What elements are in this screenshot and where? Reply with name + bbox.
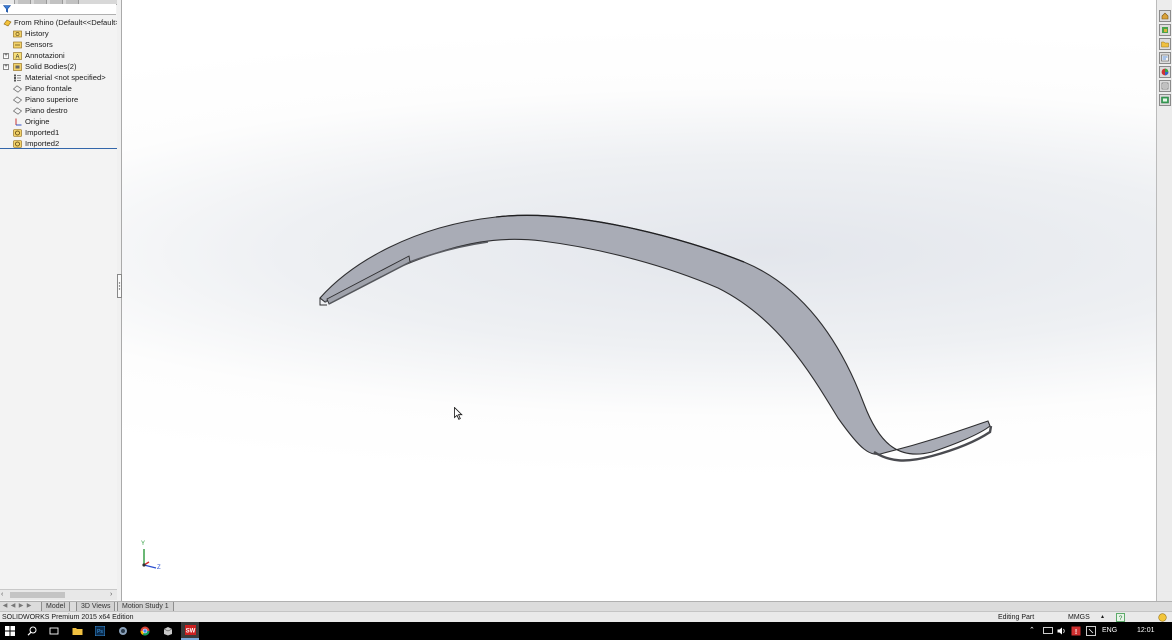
svg-text:!: ! xyxy=(1075,629,1077,636)
expand-icon[interactable]: + xyxy=(3,64,9,70)
sensors-folder-icon xyxy=(13,41,22,49)
tree-item-label: Material <not specified> xyxy=(25,73,106,82)
imported-feature-icon xyxy=(13,129,22,137)
taskbar-app-box[interactable] xyxy=(161,624,175,638)
appearances-button[interactable] xyxy=(1159,66,1171,78)
tree-horizontal-scrollbar[interactable]: ‹ › xyxy=(0,589,117,600)
tree-item-label: Origine xyxy=(25,117,50,126)
taskbar-photoshop[interactable]: Ps xyxy=(93,624,107,638)
appearances-sphere-icon xyxy=(1161,68,1169,76)
windows-taskbar: Ps SW ⌃ ! ENG 12:01 xyxy=(0,622,1172,640)
filter-icon[interactable] xyxy=(3,5,11,13)
taskbar-solidworks[interactable]: SW xyxy=(181,622,199,640)
tree-item-label: Solid Bodies(2) xyxy=(25,62,77,71)
next-tab-arrow-icon[interactable]: ▶ xyxy=(18,603,24,610)
mouse-cursor-icon xyxy=(454,407,463,420)
history-folder-icon xyxy=(13,30,22,38)
tray-overflow-chevron-icon[interactable]: ⌃ xyxy=(1029,626,1035,636)
reference-triad: Y Z xyxy=(136,541,166,573)
solidworks-icon: SW xyxy=(184,625,196,635)
properties-icon xyxy=(1161,82,1169,90)
language-indicator[interactable]: ENG xyxy=(1102,626,1117,636)
taskbar-search-button[interactable] xyxy=(25,624,39,638)
svg-text:SW: SW xyxy=(185,629,195,635)
file-explorer-button[interactable] xyxy=(1159,38,1171,50)
solid-bodies-icon xyxy=(13,63,22,71)
solidworks-resources-button[interactable] xyxy=(1159,10,1171,22)
plane-icon xyxy=(12,107,23,115)
triad-z-label: Z xyxy=(157,565,161,571)
task-view-button[interactable] xyxy=(47,624,61,638)
start-button[interactable] xyxy=(3,624,17,638)
forum-button[interactable] xyxy=(1159,94,1171,106)
file-explorer-icon xyxy=(72,628,82,635)
windows-logo-icon xyxy=(5,626,15,636)
tree-item-label: History xyxy=(25,29,49,38)
tree-item-label: Imported1 xyxy=(25,128,60,137)
taskbar-app-globe[interactable] xyxy=(116,624,130,638)
scroll-right-arrow-icon[interactable]: › xyxy=(110,590,112,600)
design-library-button[interactable] xyxy=(1159,24,1171,36)
tree-item-label: Piano frontale xyxy=(25,84,72,93)
photoshop-icon: Ps xyxy=(95,626,105,636)
tree-item-label: Annotazioni xyxy=(25,51,65,60)
imported-feature-icon xyxy=(13,140,22,148)
system-clock[interactable]: 12:01 xyxy=(1137,626,1155,636)
taskbar-file-explorer[interactable] xyxy=(70,624,84,638)
last-tab-arrow-icon[interactable]: ▶ xyxy=(26,603,32,610)
folder-icon xyxy=(1161,41,1169,48)
grip-dots-icon xyxy=(118,282,121,290)
task-pane xyxy=(1156,0,1172,601)
box-app-icon xyxy=(163,627,173,636)
material-icon xyxy=(13,74,22,82)
scroll-thumb[interactable] xyxy=(10,592,65,598)
taskbar-chrome[interactable] xyxy=(138,624,152,638)
library-icon xyxy=(1162,27,1168,33)
graphics-area[interactable]: Y Z xyxy=(122,0,1156,601)
svg-text:?: ? xyxy=(1119,615,1123,622)
plane-icon xyxy=(12,85,23,93)
svg-text:A: A xyxy=(15,55,19,61)
rollback-bar[interactable] xyxy=(0,148,117,149)
first-tab-arrow-icon[interactable]: ◀ xyxy=(2,603,8,610)
tree-item-label: Piano superiore xyxy=(25,95,79,104)
imported-body-main[interactable] xyxy=(319,214,993,462)
volume-icon[interactable] xyxy=(1057,627,1067,635)
globe-app-icon xyxy=(119,627,127,635)
plane-icon xyxy=(12,96,23,104)
scroll-left-arrow-icon[interactable]: ‹ xyxy=(1,590,3,600)
prev-tab-arrow-icon[interactable]: ◀ xyxy=(10,603,16,610)
network-icon[interactable] xyxy=(1043,627,1053,635)
tree-item-label: Sensors xyxy=(25,40,53,49)
expand-icon[interactable]: + xyxy=(3,53,9,59)
home-icon xyxy=(1161,12,1169,20)
view-palette-button[interactable] xyxy=(1159,52,1171,64)
part-icon xyxy=(3,19,12,27)
notification-flag-icon[interactable] xyxy=(1086,626,1096,636)
chrome-icon xyxy=(140,626,150,636)
security-alert-icon[interactable]: ! xyxy=(1071,626,1081,636)
triad-y-label: Y xyxy=(141,541,146,547)
help-icon[interactable]: ? xyxy=(1116,613,1125,622)
rebuild-notification-icon[interactable] xyxy=(1158,613,1167,622)
tree-filter-bar[interactable] xyxy=(0,4,116,15)
tree-root-label: From Rhino (Default<<Default> xyxy=(14,18,120,27)
view-palette-icon xyxy=(1161,54,1169,62)
origin-icon xyxy=(13,118,22,126)
annotations-icon: A xyxy=(13,52,22,61)
forum-icon xyxy=(1161,96,1169,104)
search-icon xyxy=(27,626,37,636)
svg-text:Ps: Ps xyxy=(97,629,103,635)
custom-properties-button[interactable] xyxy=(1159,80,1171,92)
feature-manager-panel: From Rhino (Default<<Default> History Sens… xyxy=(0,0,120,601)
tree-item-label: Piano destro xyxy=(25,106,68,115)
task-view-icon xyxy=(49,627,59,635)
